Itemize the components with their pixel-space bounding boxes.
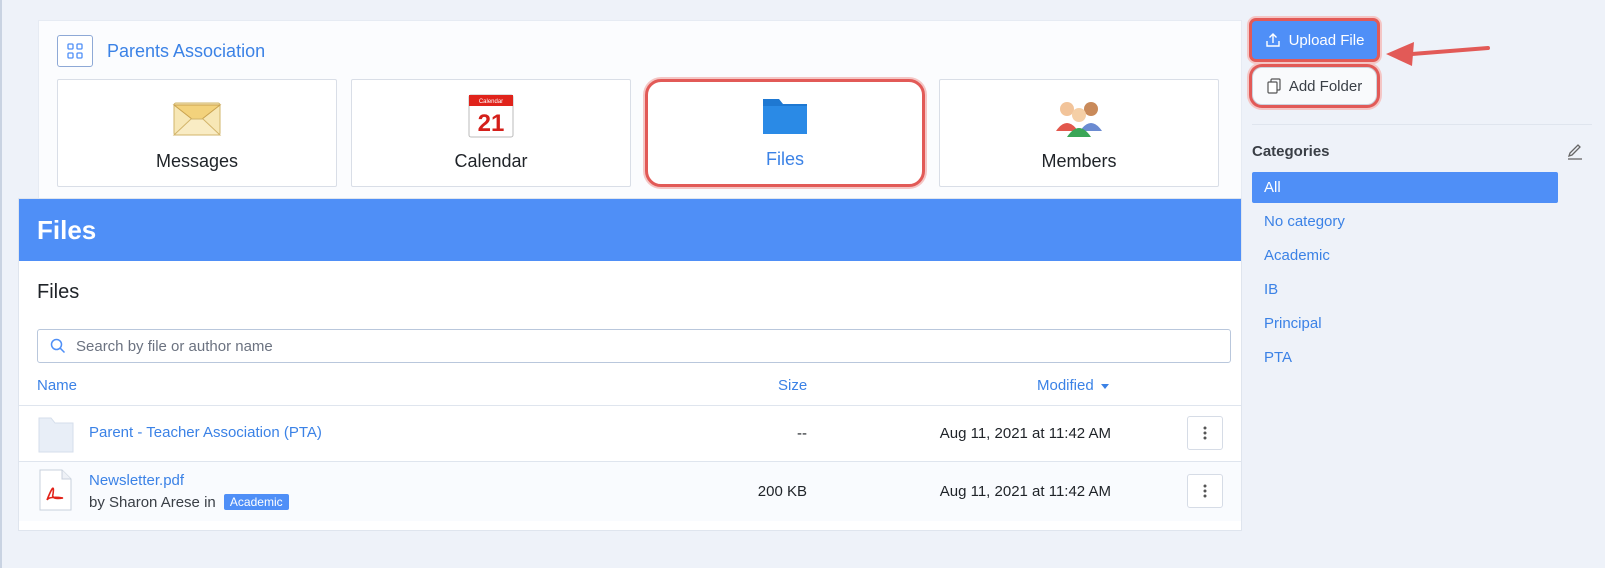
folder-icon xyxy=(763,99,807,134)
categories-list: All No category Academic IB Principal PT… xyxy=(1252,172,1558,376)
add-folder-button[interactable]: Add Folder xyxy=(1252,67,1377,105)
search-box[interactable] xyxy=(37,329,1231,363)
file-size: -- xyxy=(797,425,807,442)
sort-desc-icon xyxy=(1100,384,1109,390)
file-modified: Aug 11, 2021 at 11:42 AM xyxy=(939,483,1111,500)
sidebar-divider xyxy=(1252,124,1592,125)
category-item-pta[interactable]: PTA xyxy=(1252,342,1558,373)
search-input[interactable] xyxy=(76,337,1176,355)
column-header-modified[interactable]: Modified xyxy=(1037,377,1110,394)
column-header-size[interactable]: Size xyxy=(778,377,807,394)
left-edge-rule xyxy=(0,0,2,568)
byline-text: by Sharon Arese in xyxy=(89,494,216,511)
calendar-icon: Calendar 21 xyxy=(468,94,514,138)
file-name-link[interactable]: Newsletter.pdf xyxy=(89,472,184,489)
search-icon xyxy=(50,338,66,354)
row-menu-button[interactable] xyxy=(1187,416,1223,450)
column-header-name[interactable]: Name xyxy=(37,377,77,394)
group-header: Parents Association xyxy=(57,35,265,67)
folder-icon xyxy=(38,417,74,453)
kebab-icon xyxy=(1203,484,1207,498)
category-item-ib[interactable]: IB xyxy=(1252,274,1558,305)
tile-label: Calendar xyxy=(454,151,528,171)
kebab-icon xyxy=(1203,426,1207,440)
categories-title: Categories xyxy=(1252,143,1330,160)
file-byline: by Sharon Arese in Academic xyxy=(89,494,289,511)
tile-label: Files xyxy=(765,149,804,169)
group-card: Parents Association Messages Calendar 21… xyxy=(38,20,1242,200)
tile-members[interactable]: Members xyxy=(939,79,1219,187)
apps-grid-icon[interactable] xyxy=(57,35,93,67)
annotation-arrow xyxy=(1386,42,1490,66)
upload-file-button[interactable]: Upload File xyxy=(1252,21,1377,59)
table-row[interactable]: Newsletter.pdf by Sharon Arese in Academ… xyxy=(19,461,1241,521)
tile-files[interactable]: Files xyxy=(645,79,925,187)
tile-label: Messages xyxy=(155,151,239,171)
file-modified: Aug 11, 2021 at 11:42 AM xyxy=(939,425,1111,442)
add-folder-label: Add Folder xyxy=(1288,77,1363,95)
svg-text:Calendar: Calendar xyxy=(479,99,503,105)
files-banner: Files xyxy=(19,199,1241,261)
category-item-academic[interactable]: Academic xyxy=(1252,240,1558,271)
upload-icon xyxy=(1265,33,1280,47)
file-name-link[interactable]: Parent - Teacher Association (PTA) xyxy=(89,424,322,441)
row-menu-button[interactable] xyxy=(1187,474,1223,508)
files-panel: Files Files Name Size Modified Parent - … xyxy=(18,198,1242,531)
copy-icon xyxy=(1267,78,1281,94)
column-header-label: Modified xyxy=(1037,377,1094,394)
category-badge[interactable]: Academic xyxy=(223,494,289,510)
upload-file-label: Upload File xyxy=(1288,31,1365,49)
table-row[interactable]: Parent - Teacher Association (PTA) -- Au… xyxy=(19,405,1241,461)
group-title[interactable]: Parents Association xyxy=(107,41,265,62)
category-item-principal[interactable]: Principal xyxy=(1252,308,1558,339)
category-item-no-category[interactable]: No category xyxy=(1252,206,1558,237)
category-item-all[interactable]: All xyxy=(1252,172,1558,203)
app-tiles: Messages Calendar 21 Calendar Files Memb… xyxy=(57,79,1219,187)
pencil-icon[interactable] xyxy=(1566,142,1584,160)
envelope-icon xyxy=(172,102,222,136)
tile-label: Members xyxy=(1041,151,1117,171)
files-subtitle: Files xyxy=(37,281,80,303)
members-icon xyxy=(1056,102,1102,137)
tile-messages[interactable]: Messages xyxy=(57,79,337,187)
file-size: 200 KB xyxy=(757,483,807,500)
pdf-icon xyxy=(39,469,72,511)
svg-text:21: 21 xyxy=(478,110,505,137)
tile-calendar[interactable]: Calendar 21 Calendar xyxy=(351,79,631,187)
